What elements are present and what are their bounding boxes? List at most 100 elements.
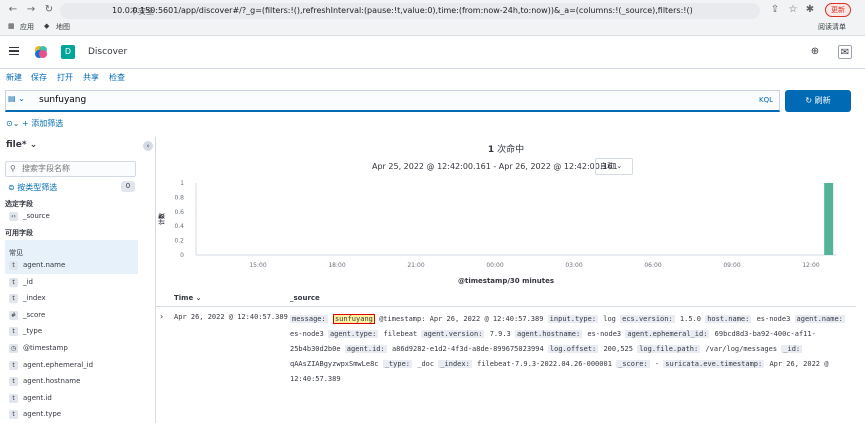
field-search[interactable]: ⚲ [5,161,136,177]
forward-icon[interactable]: → [24,3,38,17]
doc-table-header: Time ⌄ _source [156,289,856,307]
browser-chrome: ← → ↻ 不安全 10.0.0.150:5601/app/discover#/… [0,0,865,36]
field-type-icon: t [9,360,18,370]
elastic-logo-icon[interactable] [34,45,48,59]
x-tick-label: 18:00 [328,262,345,269]
search-input[interactable]: sunfuyang [39,95,86,105]
index-pattern-label: file* [6,140,27,150]
field-type-icon: t [9,377,18,387]
nav-share[interactable]: 共享 [83,72,99,83]
nav-save[interactable]: 保存 [31,72,47,83]
table-row: › Apr 26, 2022 @ 12:40:57.389 message: s… [156,309,856,383]
reload-icon[interactable]: ↻ [42,3,56,17]
source-field-value: _doc [417,360,439,368]
help-icon[interactable]: ⊕ [808,45,822,59]
source-field-key: _type: [382,360,413,368]
field-row[interactable]: t agent.hostname [5,374,138,390]
field-row[interactable]: t agent.ephemeral_id [5,358,138,374]
source-field: ecs.version: 1.5.0 [620,315,705,323]
source-field: host.name: es-node3 [705,315,794,323]
refresh-button[interactable]: ↻ 刷新 [785,90,851,112]
time-range: Apr 25, 2022 @ 12:42:00.161 - Apr 26, 20… [372,162,618,171]
extensions-icon[interactable]: ✱ [803,3,817,17]
field-row[interactable]: # _score [5,308,138,324]
nav-inspect[interactable]: 检查 [109,72,125,83]
hit-count-number: 1 [487,145,495,155]
filter-icon: ⊜ [8,183,18,192]
common-label: 常见 [9,249,23,257]
type-filter-button[interactable]: ⊜ 按类型筛选 [8,182,57,193]
nav-open[interactable]: 打开 [57,72,73,83]
source-field-key: log.offset: [547,345,599,353]
field-row[interactable]: t agent.id [5,391,138,407]
source-field-value: log [603,315,621,323]
field-name: _score [23,310,46,319]
expand-row-icon[interactable]: › [160,312,163,321]
row-time: Apr 26, 2022 @ 12:40:57.389 [174,313,288,321]
mail-icon[interactable]: ✉ [838,45,852,59]
kql-toggle[interactable]: KQL [759,96,773,104]
source-field-value: 7.9.3 [489,330,515,338]
kibana-header: D Discover ⊕ ✉ [0,37,865,69]
index-pattern-selector[interactable]: file* ⌄ [6,140,37,150]
collapse-sidebar-icon[interactable]: ‹ [143,141,153,151]
field-row[interactable]: t _type [5,324,138,340]
url-text[interactable]: 10.0.0.150:5601/app/discover#/?_g=(filte… [112,6,692,15]
field-row[interactable]: t _index [5,291,138,307]
field-name: agent.type [23,410,62,419]
field-name: agent.ephemeral_id [23,360,94,369]
field-row[interactable]: t agent.type [5,407,138,423]
bookmark-maps[interactable]: 地图 [56,22,70,32]
source-field: _type: _doc [382,360,439,368]
selected-fields-title: 选定字段 [5,200,33,208]
field-name: _index [23,294,46,303]
source-field-key: _id: [781,345,803,353]
source-fields: message: sunfuyang @timestamp: Apr 26, 2… [290,312,850,387]
field-source[interactable]: ‹› _source [5,209,138,225]
query-bar[interactable]: ▤ ⌄ sunfuyang KQL [5,90,780,112]
refresh-icon: ↻ [805,96,815,105]
y-tick-label: 0.4 [174,223,184,230]
sort-down-icon: ⌄ [195,294,202,302]
saved-query-icon[interactable]: ▤ ⌄ [8,94,34,108]
reading-list[interactable]: 阅读清单 [818,22,846,32]
add-filter-link[interactable]: + 添加筛选 [22,119,63,128]
menu-icon[interactable] [9,47,19,55]
share-icon[interactable]: ⇪ [768,3,782,17]
filter-options-icon[interactable]: ⊙⌄ [6,119,22,128]
source-field-key: message: [290,315,328,323]
back-icon[interactable]: ← [6,3,20,17]
field-name: agent.hostname [23,377,81,386]
field-type-icon: t [9,294,18,304]
source-field-value: es-node3 [587,330,626,338]
field-row[interactable]: t agent.name [5,258,138,274]
source-field-value: /var/log/messages [705,345,782,353]
x-tick-label: 12:00 [802,262,819,269]
page-title: Discover [88,47,128,57]
field-type-icon: t [9,393,18,403]
space-avatar[interactable]: D [61,45,75,59]
hit-count-label: 次命中 [497,145,525,155]
star-icon[interactable]: ☆ [786,3,800,17]
nav-new[interactable]: 新建 [6,72,22,83]
chevron-down-icon: ⌄ [29,140,38,150]
source-field-value: 200,525 [603,345,638,353]
main-panel: 1 次命中 Apr 25, 2022 @ 12:42:00.161 - Apr … [155,137,856,423]
field-row[interactable]: t _id [5,275,138,291]
source-field-key: agent.id: [344,345,387,353]
source-field-key: input.type: [547,315,599,323]
apps-icon[interactable]: ▦ [8,22,15,30]
field-type-icon: t [9,261,18,270]
maps-icon[interactable]: ◆ [44,22,49,30]
update-button[interactable]: 更新 [825,3,851,17]
interval-select[interactable]: 自动 ⌄ [595,158,633,175]
source-field: agent.hostname: es-node3 [514,330,626,338]
field-row[interactable]: ◷ @timestamp [5,341,138,357]
field-search-input[interactable] [22,164,134,173]
x-tick-label: 09:00 [723,262,740,269]
filter-row: ⊙⌄ + 添加筛选 [6,118,63,130]
bookmark-apps[interactable]: 应用 [20,22,34,32]
column-time[interactable]: Time ⌄ [174,294,202,302]
field-type-icon: # [9,310,18,320]
hit-count: 1 次命中 [156,142,856,155]
